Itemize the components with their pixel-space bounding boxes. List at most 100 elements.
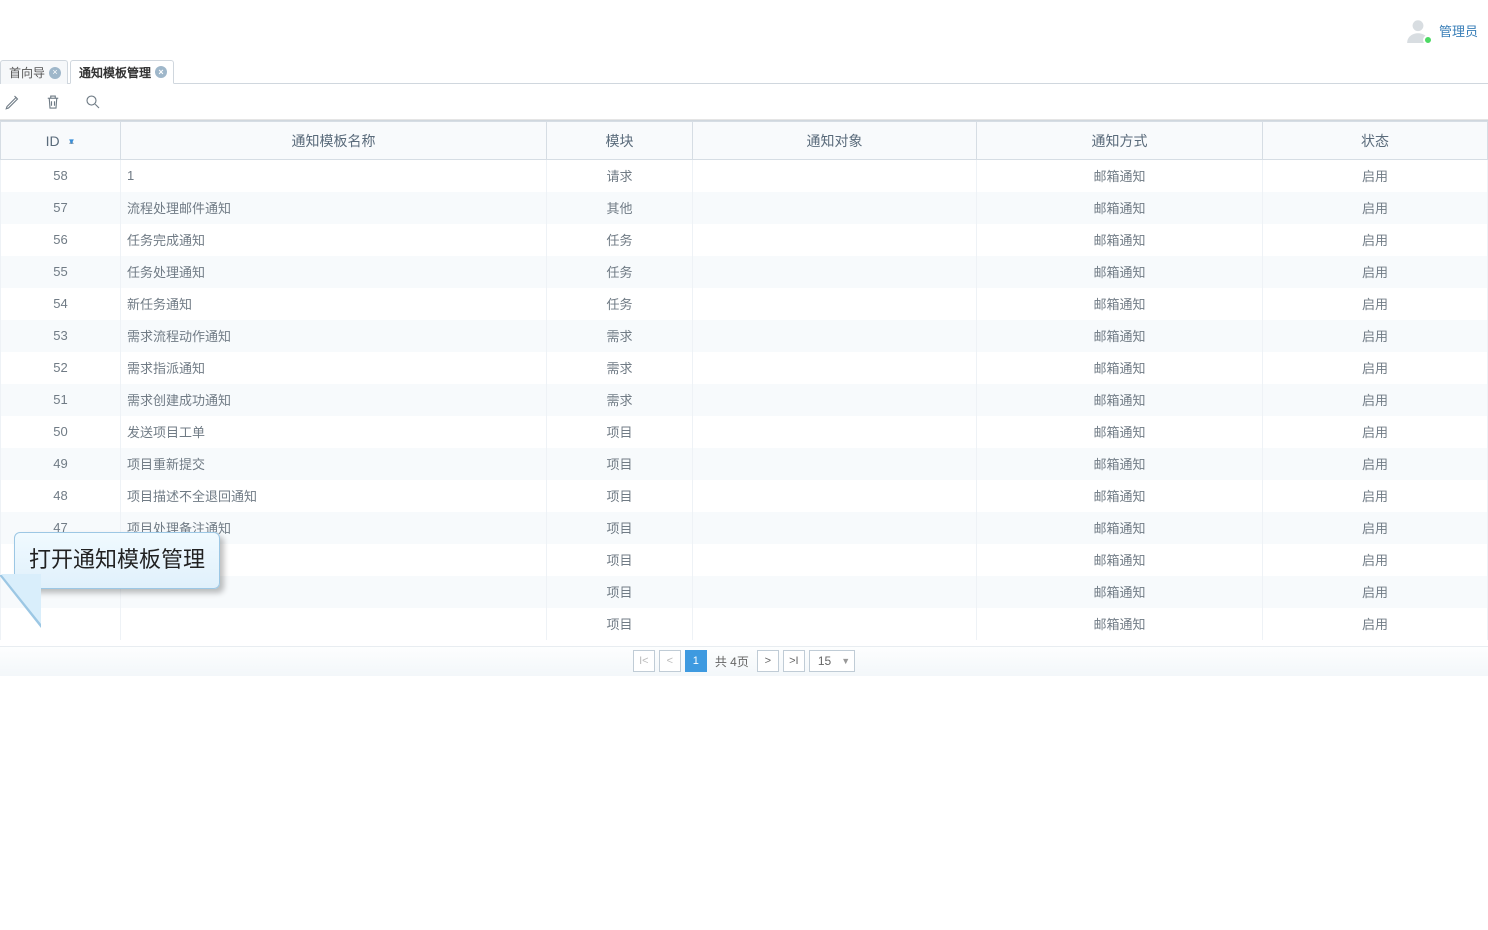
header-label: 通知模板名称 xyxy=(292,133,376,149)
close-icon[interactable]: × xyxy=(49,67,61,79)
cell-name: 需求创建成功通知 xyxy=(121,384,547,416)
delete-icon[interactable] xyxy=(44,93,62,111)
cell-module: 请求 xyxy=(547,160,693,192)
table-row[interactable]: 57流程处理邮件通知其他邮箱通知启用 xyxy=(1,192,1488,224)
tab-wizard[interactable]: 首向导 × xyxy=(0,60,68,84)
search-icon[interactable] xyxy=(84,93,102,111)
table-row[interactable]: 50发送项目工单项目邮箱通知启用 xyxy=(1,416,1488,448)
table-row[interactable]: 48项目描述不全退回通知项目 邮箱通知启用 xyxy=(1,480,1488,512)
table-row[interactable]: 47项目处理备注通知项目邮箱通知启用 xyxy=(1,512,1488,544)
table-row[interactable]: 54新任务通知任务邮箱通知启用 xyxy=(1,288,1488,320)
column-header-name[interactable]: 通知模板名称 xyxy=(121,122,547,160)
column-header-target[interactable]: 通知对象 xyxy=(693,122,977,160)
column-header-module[interactable]: 模块 xyxy=(547,122,693,160)
cell-target xyxy=(693,448,977,480)
table-row[interactable]: 51需求创建成功通知需求邮箱通知启用 xyxy=(1,384,1488,416)
chevron-down-icon: ▼ xyxy=(841,656,850,666)
cell-name: 1 xyxy=(121,160,547,192)
cell-method: 邮箱通知 xyxy=(977,160,1263,192)
presence-indicator xyxy=(1423,35,1433,45)
toolbar xyxy=(0,84,1488,120)
table-row[interactable]: 49项目重新提交项目邮箱通知启用 xyxy=(1,448,1488,480)
tutorial-callout: 打开通知模板管理 xyxy=(14,532,220,589)
edit-icon[interactable] xyxy=(4,93,22,111)
cell-id: 52 xyxy=(1,352,121,384)
table-row[interactable]: 53需求流程动作通知需求邮箱通知启用 xyxy=(1,320,1488,352)
cell-target xyxy=(693,288,977,320)
cell-module: 项目 xyxy=(547,416,693,448)
cell-module: 项目 xyxy=(547,448,693,480)
cell-name: 新任务通知 xyxy=(121,288,547,320)
tab-notification-template-mgmt[interactable]: 通知模板管理 × xyxy=(70,60,174,84)
topbar: 管理员 xyxy=(0,0,1488,60)
cell-target xyxy=(693,480,977,512)
cell-module: 任务 xyxy=(547,224,693,256)
table-row[interactable]: 项目邮箱通知启用 xyxy=(1,608,1488,640)
cell-id: 55 xyxy=(1,256,121,288)
table-row[interactable]: 56任务完成通知任务邮箱通知启用 xyxy=(1,224,1488,256)
page-current[interactable]: 1 xyxy=(685,650,707,672)
header-label: 通知方式 xyxy=(1092,133,1148,149)
page-size-select[interactable]: 15 ▼ xyxy=(809,650,855,672)
cell-method: 邮箱通知 xyxy=(977,352,1263,384)
cell-target xyxy=(693,416,977,448)
cell-status: 启用 xyxy=(1263,224,1488,256)
header-label: ID xyxy=(46,133,60,149)
cell-name: 需求流程动作通知 xyxy=(121,320,547,352)
tab-label: 通知模板管理 xyxy=(79,64,151,81)
cell-status: 启用 xyxy=(1263,256,1488,288)
page-size-value: 15 xyxy=(818,654,831,668)
tab-label: 首向导 xyxy=(9,64,45,81)
cell-id: 48 xyxy=(1,480,121,512)
cell-method: 邮箱通知 xyxy=(977,288,1263,320)
table-row[interactable]: 581请求邮箱通知启用 xyxy=(1,160,1488,192)
cell-name: 项目描述不全退回通知 xyxy=(121,480,547,512)
cell-module: 项目 xyxy=(547,608,693,640)
cell-target xyxy=(693,608,977,640)
tab-bar: 首向导 × 通知模板管理 × xyxy=(0,60,1488,84)
cell-module: 需求 xyxy=(547,352,693,384)
page-last-button[interactable]: >I xyxy=(783,650,805,672)
cell-method: 邮箱通知 xyxy=(977,480,1263,512)
table-row[interactable]: 项目 邮箱通知启用 xyxy=(1,576,1488,608)
cell-method: 邮箱通知 xyxy=(977,416,1263,448)
cell-module: 项目 xyxy=(547,576,693,608)
close-icon[interactable]: × xyxy=(155,66,167,78)
cell-method: 邮箱通知 xyxy=(977,576,1263,608)
cell-name: 任务完成通知 xyxy=(121,224,547,256)
cell-id: 54 xyxy=(1,288,121,320)
cell-target xyxy=(693,224,977,256)
header-label: 模块 xyxy=(606,133,634,149)
cell-status: 启用 xyxy=(1263,608,1488,640)
cell-target xyxy=(693,160,977,192)
page-next-button[interactable]: > xyxy=(757,650,779,672)
table-row[interactable]: 55任务处理通知任务邮箱通知启用 xyxy=(1,256,1488,288)
table-header-row: ID ▲▼ 通知模板名称 模块 通知对象 通知方式 状态 xyxy=(1,122,1488,160)
cell-module: 其他 xyxy=(547,192,693,224)
cell-module: 任务 xyxy=(547,288,693,320)
cell-module: 任务 xyxy=(547,256,693,288)
cell-module: 需求 xyxy=(547,384,693,416)
cell-target xyxy=(693,544,977,576)
cell-target xyxy=(693,256,977,288)
cell-status: 启用 xyxy=(1263,192,1488,224)
cell-status: 启用 xyxy=(1263,480,1488,512)
table-row[interactable]: 项目邮箱通知启用 xyxy=(1,544,1488,576)
page-first-button[interactable]: I< xyxy=(633,650,655,672)
cell-status: 启用 xyxy=(1263,384,1488,416)
column-header-method[interactable]: 通知方式 xyxy=(977,122,1263,160)
column-header-id[interactable]: ID ▲▼ xyxy=(1,122,121,160)
cell-status: 启用 xyxy=(1263,352,1488,384)
table-row[interactable]: 52需求指派通知需求邮箱通知启用 xyxy=(1,352,1488,384)
cell-id: 51 xyxy=(1,384,121,416)
page-prev-button[interactable]: < xyxy=(659,650,681,672)
column-header-status[interactable]: 状态 xyxy=(1263,122,1488,160)
cell-status: 启用 xyxy=(1263,576,1488,608)
cell-target xyxy=(693,320,977,352)
cell-name: 项目重新提交 xyxy=(121,448,547,480)
cell-module: 项目 xyxy=(547,480,693,512)
cell-status: 启用 xyxy=(1263,160,1488,192)
cell-method: 邮箱通知 xyxy=(977,320,1263,352)
user-menu[interactable]: 管理员 xyxy=(1405,17,1478,43)
pagination-bar: I< < 1 共 4页 > >I 15 ▼ xyxy=(0,646,1488,676)
